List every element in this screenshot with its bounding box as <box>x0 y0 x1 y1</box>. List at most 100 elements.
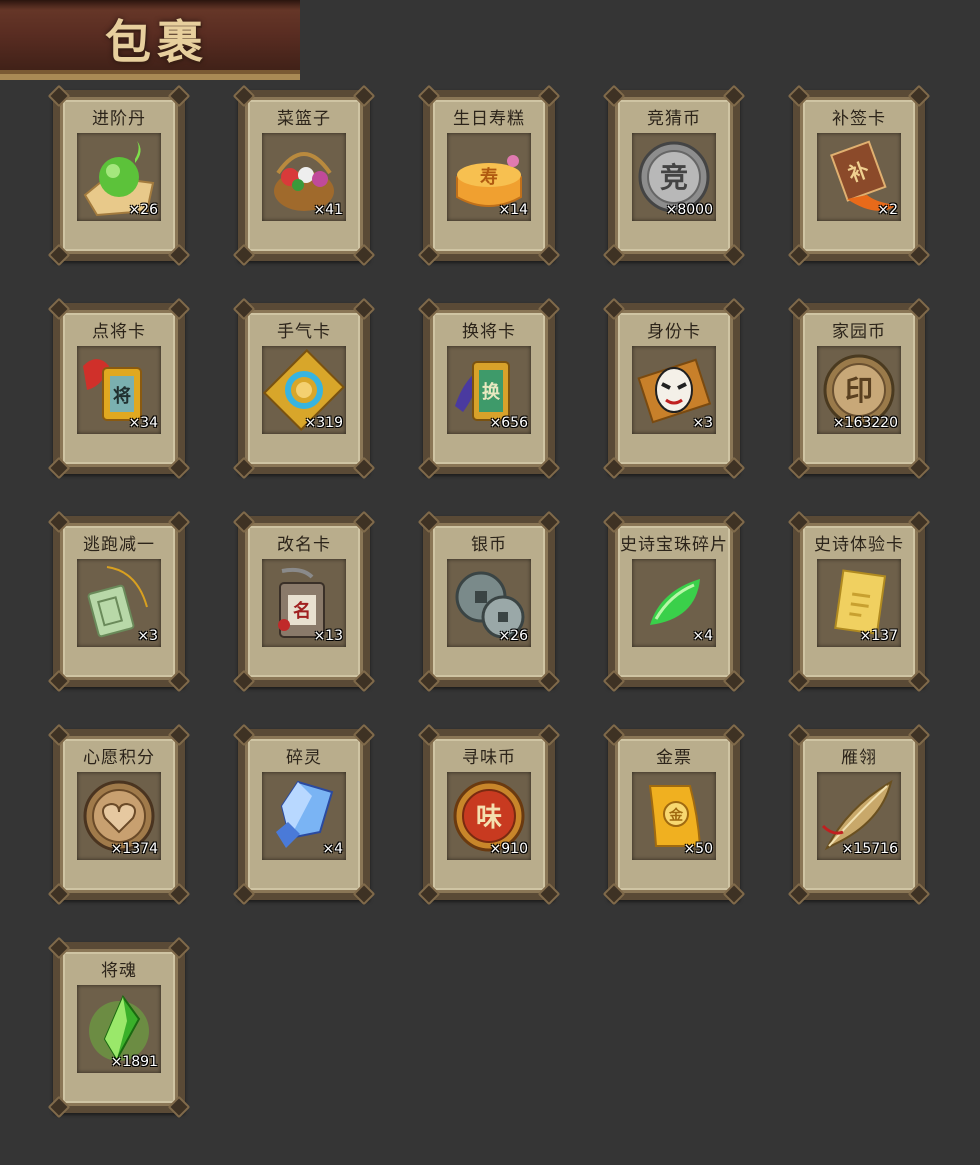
inventory-item-card[interactable]: 将魂 ×1891 <box>47 936 191 1119</box>
svg-text:换: 换 <box>482 381 501 403</box>
item-quantity: ×8000 <box>665 202 713 218</box>
card-corner-ornament <box>417 669 441 693</box>
item-quantity: ×26 <box>128 202 158 218</box>
item-name: 家园币 <box>832 322 886 342</box>
item-name: 手气卡 <box>277 322 331 342</box>
item-quantity: ×3 <box>137 628 158 644</box>
card-corner-ornament <box>722 882 746 906</box>
inventory-item-card[interactable]: 手气卡 ×319 <box>232 297 376 480</box>
card-corner-ornament <box>537 456 561 480</box>
inventory-item-card[interactable]: 雁翎 ×15716 <box>787 723 931 906</box>
item-icon-slot: 补 ×2 <box>817 133 901 221</box>
svg-text:寿: 寿 <box>480 166 498 188</box>
card-corner-ornament <box>47 882 71 906</box>
item-quantity: ×4 <box>692 628 713 644</box>
item-name: 菜篮子 <box>277 109 331 129</box>
item-quantity: ×4 <box>322 841 343 857</box>
item-name: 进阶丹 <box>92 109 146 129</box>
item-icon-slot: ×3 <box>632 346 716 434</box>
card-corner-ornament <box>787 669 811 693</box>
card-corner-ornament <box>167 669 191 693</box>
item-icon-slot: ×41 <box>262 133 346 221</box>
svg-text:味: 味 <box>476 803 502 833</box>
item-icon-slot: ×137 <box>817 559 901 647</box>
inventory-item-card[interactable]: 金票 金 ×50 <box>602 723 746 906</box>
inventory-item-card[interactable]: 竞猜币 竞 ×8000 <box>602 84 746 267</box>
card-corner-ornament <box>537 669 561 693</box>
card-corner-ornament <box>722 243 746 267</box>
item-icon-slot: 名 ×13 <box>262 559 346 647</box>
svg-text:竞: 竞 <box>660 161 688 194</box>
svg-text:金: 金 <box>668 807 684 824</box>
inventory-item-card[interactable]: 改名卡 名 ×13 <box>232 510 376 693</box>
card-corner-ornament <box>907 243 931 267</box>
item-quantity: ×319 <box>304 415 343 431</box>
inventory-item-card[interactable]: 逃跑减一 ×3 <box>47 510 191 693</box>
card-corner-ornament <box>787 456 811 480</box>
item-name: 身份卡 <box>647 322 701 342</box>
card-corner-ornament <box>602 456 626 480</box>
item-icon-slot: ×15716 <box>817 772 901 860</box>
inventory-item-card[interactable]: 史诗宝珠碎片 ×4 <box>602 510 746 693</box>
item-quantity: ×910 <box>489 841 528 857</box>
inventory-item-card[interactable]: 身份卡 ×3 <box>602 297 746 480</box>
item-name: 竞猜币 <box>647 109 701 129</box>
card-corner-ornament <box>787 243 811 267</box>
inventory-item-card[interactable]: 补签卡 补 ×2 <box>787 84 931 267</box>
item-name: 改名卡 <box>277 535 331 555</box>
card-corner-ornament <box>232 456 256 480</box>
card-corner-ornament <box>47 243 71 267</box>
item-name: 生日寿糕 <box>453 109 525 129</box>
item-quantity: ×13 <box>313 628 343 644</box>
item-name: 将魂 <box>101 961 137 981</box>
card-corner-ornament <box>537 882 561 906</box>
card-corner-ornament <box>537 243 561 267</box>
item-icon-slot: 竞 ×8000 <box>632 133 716 221</box>
svg-text:印: 印 <box>845 374 873 407</box>
item-quantity: ×50 <box>683 841 713 857</box>
item-quantity: ×26 <box>498 628 528 644</box>
card-corner-ornament <box>167 243 191 267</box>
item-name: 心愿积分 <box>83 748 155 768</box>
card-corner-ornament <box>602 669 626 693</box>
item-quantity: ×34 <box>128 415 158 431</box>
item-name: 换将卡 <box>462 322 516 342</box>
inventory-item-card[interactable]: 碎灵 ×4 <box>232 723 376 906</box>
item-name: 银币 <box>471 535 507 555</box>
item-name: 史诗宝珠碎片 <box>620 535 728 555</box>
inventory-item-card[interactable]: 家园币 印 ×163220 <box>787 297 931 480</box>
item-name: 点将卡 <box>92 322 146 342</box>
inventory-item-card[interactable]: 菜篮子 ×41 <box>232 84 376 267</box>
item-icon-slot: ×319 <box>262 346 346 434</box>
inventory-item-card[interactable]: 寻味币 味 ×910 <box>417 723 561 906</box>
inventory-item-card[interactable]: 点将卡 将 ×34 <box>47 297 191 480</box>
card-corner-ornament <box>352 669 376 693</box>
item-name: 史诗体验卡 <box>814 535 904 555</box>
card-corner-ornament <box>722 669 746 693</box>
item-name: 金票 <box>656 748 692 768</box>
inventory-item-card[interactable]: 心愿积分 ×1374 <box>47 723 191 906</box>
item-icon-slot: ×3 <box>77 559 161 647</box>
card-corner-ornament <box>417 243 441 267</box>
item-name: 补签卡 <box>832 109 886 129</box>
item-name: 逃跑减一 <box>83 535 155 555</box>
title-banner: 包裹 <box>0 0 300 80</box>
inventory-page: 包裹 进阶丹 ×26 菜篮子 ×41 生日寿糕 寿 ×14 竞猜币 竞 ×800… <box>0 0 980 1165</box>
card-corner-ornament <box>232 882 256 906</box>
inventory-item-card[interactable]: 进阶丹 ×26 <box>47 84 191 267</box>
item-icon-slot: ×1891 <box>77 985 161 1073</box>
item-name: 雁翎 <box>841 748 877 768</box>
card-corner-ornament <box>602 243 626 267</box>
item-icon-slot: 味 ×910 <box>447 772 531 860</box>
inventory-item-card[interactable]: 史诗体验卡 ×137 <box>787 510 931 693</box>
inventory-item-card[interactable]: 银币 ×26 <box>417 510 561 693</box>
inventory-item-card[interactable]: 换将卡 换 ×656 <box>417 297 561 480</box>
item-icon-slot: ×1374 <box>77 772 161 860</box>
item-quantity: ×3 <box>692 415 713 431</box>
card-corner-ornament <box>907 669 931 693</box>
card-corner-ornament <box>352 456 376 480</box>
inventory-item-card[interactable]: 生日寿糕 寿 ×14 <box>417 84 561 267</box>
item-quantity: ×41 <box>313 202 343 218</box>
item-icon-slot: 印 ×163220 <box>817 346 901 434</box>
page-title: 包裹 <box>105 15 209 69</box>
